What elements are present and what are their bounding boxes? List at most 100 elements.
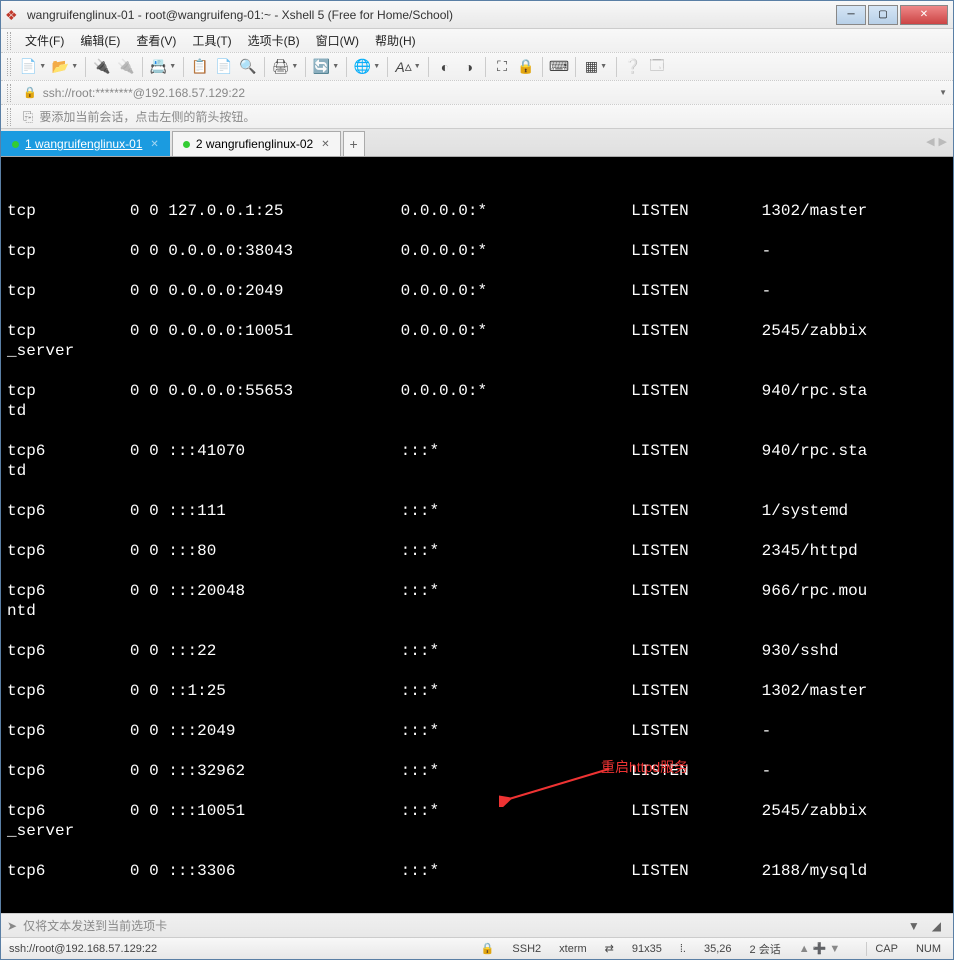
netstat-row: tcp600 :::111:::*LISTEN1/systemd bbox=[7, 501, 947, 521]
netstat-row: tcp600 :::3306:::*LISTEN2188/mysqld bbox=[7, 861, 947, 881]
status-num: NUM bbox=[916, 943, 941, 955]
status-size-icon: ⇄ bbox=[605, 942, 614, 955]
fullscreen-button[interactable]: ⛶ bbox=[491, 56, 513, 78]
send-input[interactable]: 仅将文本发送到当前选项卡 bbox=[23, 917, 902, 934]
tab-close-icon[interactable]: ✕ bbox=[321, 139, 329, 150]
hint-bar: ⎘ 要添加当前会话，点击左侧的箭头按钮。 bbox=[1, 105, 953, 129]
close-button[interactable]: ✕ bbox=[900, 5, 948, 25]
script-button[interactable]: ◐ bbox=[434, 56, 456, 78]
netstat-row: tcp600 :::10051:::*LISTEN2545/zabbix bbox=[7, 801, 947, 821]
menu-view[interactable]: 查看(V) bbox=[128, 29, 184, 52]
tab-prev-icon[interactable]: ◀ bbox=[926, 135, 934, 148]
new-session-button[interactable]: 📄▼ bbox=[18, 56, 48, 78]
tab-label: 2 wangrufienglinux-02 bbox=[196, 137, 313, 151]
netstat-row: tcp00 0.0.0.0:100510.0.0.0:*LISTEN2545/z… bbox=[7, 321, 947, 341]
hint-grip-icon bbox=[7, 108, 11, 126]
send-bar: ➤ 仅将文本发送到当前选项卡 ▼ ◢ bbox=[1, 913, 953, 937]
status-dot-icon bbox=[12, 141, 19, 148]
lock-icon: 🔒 bbox=[23, 86, 37, 99]
status-ssh-icon: 🔒 bbox=[481, 942, 495, 955]
netstat-row-cont: _server bbox=[7, 821, 947, 841]
tab-bar: 1 wangruifenglinux-01✕2 wangrufienglinux… bbox=[1, 129, 953, 157]
status-cap: CAP bbox=[875, 943, 898, 955]
help-button[interactable]: ❔ bbox=[622, 56, 644, 78]
address-text[interactable]: ssh://root:********@192.168.57.129:22 bbox=[43, 86, 947, 100]
netstat-row: tcp00 0.0.0.0:380430.0.0.0:*LISTEN- bbox=[7, 241, 947, 261]
layout-button[interactable]: ▦▼ bbox=[581, 56, 611, 78]
menu-grip-icon bbox=[7, 32, 11, 50]
menu-bar: 文件(F) 编辑(E) 查看(V) 工具(T) 选项卡(B) 窗口(W) 帮助(… bbox=[1, 29, 953, 53]
status-sessions: 2 会话 bbox=[750, 941, 781, 957]
netstat-row-cont: _server bbox=[7, 341, 947, 361]
title-bar: ❖ wangruifenglinux-01 - root@wangruifeng… bbox=[1, 1, 953, 29]
bookmark-add-icon[interactable]: ⎘ bbox=[23, 109, 33, 125]
menu-tab[interactable]: 选项卡(B) bbox=[240, 29, 308, 52]
tab-label: 1 wangruifenglinux-01 bbox=[25, 137, 142, 151]
netstat-row-cont: ntd bbox=[7, 601, 947, 621]
menu-window[interactable]: 窗口(W) bbox=[308, 29, 367, 52]
netstat-row: tcp00 0.0.0.0:20490.0.0.0:*LISTEN- bbox=[7, 281, 947, 301]
font-button[interactable]: A▵▼ bbox=[393, 56, 423, 78]
window-controls: ─ ▢ ✕ bbox=[835, 5, 949, 25]
status-termtype: xterm bbox=[559, 943, 587, 955]
add-tab-button[interactable]: + bbox=[343, 131, 365, 156]
netstat-row: tcp600 ::1:25:::*LISTEN1302/master bbox=[7, 681, 947, 701]
minimize-button[interactable]: ─ bbox=[836, 5, 866, 25]
netstat-row: tcp00 0.0.0.0:556530.0.0.0:*LISTEN940/rp… bbox=[7, 381, 947, 401]
copy-button[interactable]: 📋 bbox=[189, 56, 211, 78]
about-button[interactable]: 🗔 bbox=[646, 56, 668, 78]
menu-edit[interactable]: 编辑(E) bbox=[72, 29, 128, 52]
address-dropdown-icon[interactable]: ▼ bbox=[939, 88, 947, 97]
netstat-row: tcp600 :::80:::*LISTEN2345/httpd bbox=[7, 541, 947, 561]
print-button[interactable]: 🖨▼ bbox=[270, 56, 300, 78]
menu-tools[interactable]: 工具(T) bbox=[184, 29, 239, 52]
netstat-row: tcp600 :::32962:::*LISTEN- bbox=[7, 761, 947, 781]
status-protocol: SSH2 bbox=[512, 943, 541, 955]
send-icon[interactable]: ➤ bbox=[7, 919, 17, 933]
tab-nav: ◀ ▶ bbox=[926, 135, 947, 148]
address-grip-icon bbox=[7, 84, 11, 102]
netstat-row: tcp00 127.0.0.1:250.0.0.0:*LISTEN1302/ma… bbox=[7, 201, 947, 221]
lang-button[interactable]: 🌐▼ bbox=[352, 56, 382, 78]
toolbar-grip-icon bbox=[7, 58, 11, 76]
menu-file[interactable]: 文件(F) bbox=[17, 29, 72, 52]
keyboard-button[interactable]: ⌨ bbox=[548, 56, 570, 78]
window-title: wangruifenglinux-01 - root@wangruifeng-0… bbox=[27, 8, 835, 22]
hint-text: 要添加当前会话，点击左侧的箭头按钮。 bbox=[39, 108, 255, 125]
session-tab[interactable]: 2 wangrufienglinux-02 ✕ bbox=[172, 131, 341, 156]
annotation-text: 重启httpd服务 bbox=[601, 757, 688, 777]
status-dot-icon bbox=[183, 141, 190, 148]
script2-button[interactable]: ◑ bbox=[458, 56, 480, 78]
status-bar: ssh://root@192.168.57.129:22 🔒 SSH2 xter… bbox=[1, 937, 953, 959]
send-popup-icon[interactable]: ◢ bbox=[926, 917, 947, 935]
maximize-button[interactable]: ▢ bbox=[868, 5, 898, 25]
address-bar: 🔒 ssh://root:********@192.168.57.129:22 … bbox=[1, 81, 953, 105]
tab-next-icon[interactable]: ▶ bbox=[939, 135, 947, 148]
toolbar: 📄▼ 📂▼ 🔌 🔌 📇▼ 📋 📄 🔍 🖨▼ 🔄▼ 🌐▼ A▵▼ ◐ ◑ ⛶ 🔒 … bbox=[1, 53, 953, 81]
status-nav-icon[interactable]: ▲ ➕ ▼ bbox=[799, 942, 841, 955]
session-tab[interactable]: 1 wangruifenglinux-01 ✕ bbox=[1, 131, 170, 156]
netstat-row-cont: td bbox=[7, 401, 947, 421]
menu-help[interactable]: 帮助(H) bbox=[367, 29, 424, 52]
status-pos-icon: ⁞. bbox=[680, 943, 686, 955]
find-button[interactable]: 🔍 bbox=[237, 56, 259, 78]
transfer-button[interactable]: 🔄▼ bbox=[311, 56, 341, 78]
netstat-row: tcp600 :::41070:::*LISTEN940/rpc.sta bbox=[7, 441, 947, 461]
app-icon: ❖ bbox=[5, 7, 21, 23]
tab-close-icon[interactable]: ✕ bbox=[150, 139, 158, 150]
send-dropdown-icon[interactable]: ▼ bbox=[902, 917, 926, 935]
reconnect-button[interactable]: 🔌 bbox=[91, 56, 113, 78]
open-button[interactable]: 📂▼ bbox=[50, 56, 80, 78]
paste-button[interactable]: 📄 bbox=[213, 56, 235, 78]
properties-button[interactable]: 📇▼ bbox=[148, 56, 178, 78]
terminal[interactable]: tcp00 127.0.0.1:250.0.0.0:*LISTEN1302/ma… bbox=[1, 157, 953, 913]
status-connection: ssh://root@192.168.57.129:22 bbox=[9, 943, 157, 955]
status-size: 91x35 bbox=[632, 943, 662, 955]
disconnect-button[interactable]: 🔌 bbox=[115, 56, 137, 78]
netstat-row-cont: td bbox=[7, 461, 947, 481]
lock-button[interactable]: 🔒 bbox=[515, 56, 537, 78]
status-position: 35,26 bbox=[704, 943, 732, 955]
netstat-row: tcp600 :::20048:::*LISTEN966/rpc.mou bbox=[7, 581, 947, 601]
netstat-row: tcp600 :::22:::*LISTEN930/sshd bbox=[7, 641, 947, 661]
netstat-row: tcp600 :::2049:::*LISTEN- bbox=[7, 721, 947, 741]
